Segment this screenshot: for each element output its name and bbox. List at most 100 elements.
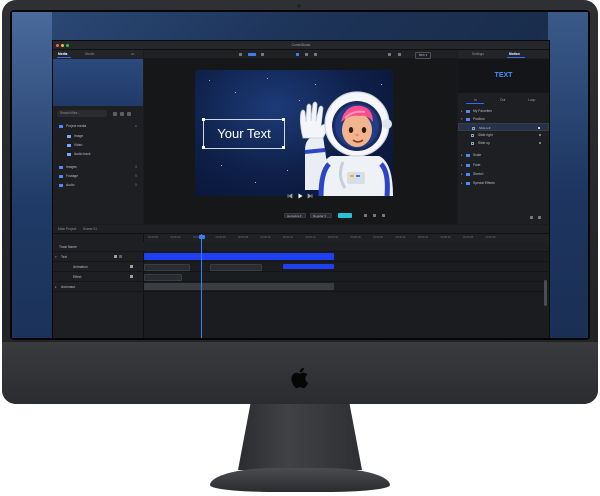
track-animation[interactable]: Animation xyxy=(53,262,549,272)
undo-icon[interactable] xyxy=(530,216,533,219)
motion-folder-scale[interactable]: ▸ Scale xyxy=(458,151,549,159)
tree-item-audio-track[interactable]: Audio track xyxy=(53,150,143,159)
tab-media[interactable]: Media xyxy=(58,52,67,56)
motion-row-label: Scale xyxy=(473,153,482,157)
motion-item-slide-up[interactable]: Slide up xyxy=(458,139,549,147)
timeline-ruler[interactable]: 00:00:0000:00:0200:00:0400:00:0600:00:08… xyxy=(144,234,549,242)
align-icon[interactable] xyxy=(364,214,367,217)
tree-item-footage[interactable]: Footage 5 xyxy=(53,172,143,181)
motion-folder-special-effects[interactable]: ▸ Special Effects xyxy=(458,179,549,187)
subtab-out[interactable]: Out xyxy=(500,98,505,102)
more-options-icon[interactable]: ••• xyxy=(131,52,134,56)
tree-item-images[interactable]: Images 5 xyxy=(53,163,143,172)
window-titlebar: ComicStudio xyxy=(53,41,549,50)
bold-icon[interactable] xyxy=(373,214,376,217)
resize-handle[interactable] xyxy=(282,146,285,149)
folder-icon xyxy=(59,166,63,169)
text-tool-icon[interactable] xyxy=(314,52,317,56)
text-color-swatch[interactable] xyxy=(338,213,352,218)
tree-item-audio[interactable]: Audio 5 xyxy=(53,181,143,190)
redo-icon[interactable] xyxy=(538,216,541,219)
inspector-tabs: Settings Motion xyxy=(458,50,549,58)
aspect-ratio-icon[interactable] xyxy=(248,52,256,56)
ruler-tick-label: 00:00:30 xyxy=(485,236,496,239)
resize-handle[interactable] xyxy=(202,146,205,149)
subtab-in[interactable]: In xyxy=(474,98,477,102)
astronaut-illustration[interactable] xyxy=(275,72,393,196)
safe-area-icon[interactable] xyxy=(398,52,401,56)
animation-out-clip[interactable] xyxy=(283,264,334,269)
grid-icon[interactable] xyxy=(388,52,391,56)
tab-settings[interactable]: Settings xyxy=(472,52,484,56)
import-icon[interactable] xyxy=(113,111,117,116)
tree-item-project-media[interactable]: Project media ● xyxy=(53,122,143,131)
keyframe-icon[interactable] xyxy=(130,265,133,268)
tab-main-project[interactable]: Main Project xyxy=(58,227,76,231)
motion-folder-fade[interactable]: ▸ Fade xyxy=(458,161,549,169)
folder-icon xyxy=(466,117,470,121)
tab-studio[interactable]: Studio xyxy=(85,52,94,56)
playhead[interactable] xyxy=(201,234,202,338)
playback-controls xyxy=(144,192,457,202)
track-text[interactable]: ▾ Text xyxy=(53,252,549,262)
ruler-tick-label: 00:00:14 xyxy=(305,236,316,239)
folder-add-icon[interactable] xyxy=(120,111,124,116)
folder-icon xyxy=(59,175,63,178)
text-clip[interactable] xyxy=(144,253,334,260)
folder-icon xyxy=(466,163,470,167)
status-dot xyxy=(539,142,541,144)
desktop-screen: ComicStudio Media Studio ••• Search file… xyxy=(12,12,588,338)
preset-icon xyxy=(471,133,474,137)
resize-handle[interactable] xyxy=(202,118,205,121)
chevron-right-icon: ▸ xyxy=(461,109,463,113)
effect-clip[interactable] xyxy=(144,274,182,281)
select-tool-icon[interactable] xyxy=(296,52,299,56)
keyframe-icon[interactable] xyxy=(130,275,133,278)
italic-icon[interactable] xyxy=(382,214,385,217)
ruler-tick-label: 00:00:00 xyxy=(148,236,159,239)
tab-motion[interactable]: Motion xyxy=(509,52,520,56)
playhead-handle[interactable] xyxy=(198,235,205,239)
tree-item-video[interactable]: Video xyxy=(53,141,143,150)
transform-icon[interactable] xyxy=(261,52,264,56)
font-weight-select[interactable]: Regular ▾ xyxy=(310,213,332,218)
play-icon[interactable] xyxy=(297,193,303,199)
visibility-icon[interactable] xyxy=(114,255,117,258)
motion-folder-favorites[interactable]: ▸ My Favorites xyxy=(458,107,549,115)
subtab-loop[interactable]: Loop xyxy=(528,98,535,102)
hand-tool-icon[interactable] xyxy=(305,52,308,56)
resize-handle[interactable] xyxy=(282,118,285,121)
ruler-tick-label: 00:00:26 xyxy=(440,236,451,239)
track-effect[interactable]: Effect xyxy=(53,272,549,282)
motion-item-slide-left[interactable]: Slide left xyxy=(458,123,549,131)
media-preview xyxy=(53,59,143,106)
list-view-icon[interactable] xyxy=(127,111,131,116)
ruler-tick-label: 00:00:24 xyxy=(418,236,429,239)
canvas-text-layer[interactable]: Your Text xyxy=(203,119,285,149)
scene-canvas[interactable]: Your Text xyxy=(195,70,393,196)
motion-row-label: My Favorites xyxy=(473,109,492,113)
font-family-select[interactable]: Helvetica ▾ xyxy=(284,213,306,218)
search-input[interactable]: Search files... xyxy=(57,110,107,117)
star xyxy=(209,80,210,81)
tree-item-count: ● xyxy=(135,124,137,128)
text-style-toolbar: Helvetica ▾ Regular ▾ xyxy=(144,210,457,222)
zoom-select[interactable]: 50% ▾ xyxy=(415,51,431,59)
crop-icon[interactable] xyxy=(239,52,242,56)
motion-folder-position[interactable]: ▾ Position xyxy=(458,115,549,123)
lock-icon[interactable] xyxy=(119,255,122,258)
motion-folder-stretch[interactable]: ▸ Stretch xyxy=(458,170,549,178)
tree-item-image[interactable]: Image xyxy=(53,132,143,141)
skip-forward-icon[interactable] xyxy=(307,193,313,199)
astronaut-clip[interactable] xyxy=(144,283,334,290)
animation-mid-clip[interactable] xyxy=(210,264,262,271)
tree-item-label: Images xyxy=(66,165,77,169)
timeline-vertical-scrollbar[interactable] xyxy=(544,280,547,306)
motion-item-slide-right[interactable]: Slide right xyxy=(458,131,549,139)
track-astronaut[interactable]: ▸ Astronaut xyxy=(53,282,549,292)
chevron-right-icon: ▸ xyxy=(55,284,57,289)
tab-scene[interactable]: Scene 01 xyxy=(83,227,97,231)
apple-logo-icon xyxy=(291,367,308,389)
animation-in-clip[interactable] xyxy=(144,264,190,271)
skip-back-icon[interactable] xyxy=(287,193,293,199)
